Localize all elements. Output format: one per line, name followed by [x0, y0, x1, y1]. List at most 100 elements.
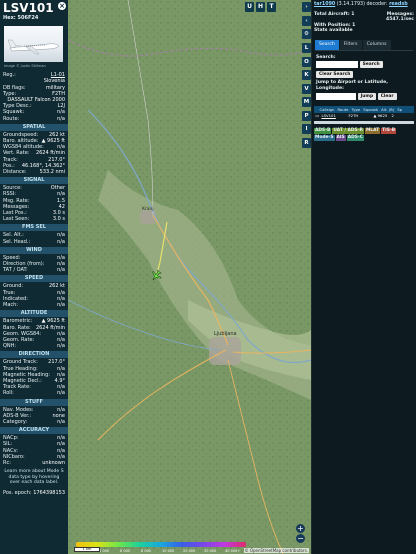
- altitude-scale-label: 20 000: [183, 549, 196, 553]
- tab-search[interactable]: Search: [315, 39, 339, 50]
- map-button-v[interactable]: V: [302, 83, 311, 94]
- expand-left-icon[interactable]: ‹: [302, 16, 311, 26]
- speed-label: Mach:: [3, 302, 18, 309]
- map-button-o[interactable]: O: [302, 56, 311, 67]
- search-button[interactable]: Search: [359, 61, 383, 69]
- speed-row: Mach: n/a: [0, 302, 68, 308]
- jump-button[interactable]: Jump: [357, 92, 377, 100]
- reg-label: Reg.:: [3, 72, 16, 79]
- altitude-value: n/a: [57, 343, 65, 350]
- wind-row: TAT / OAT: n/a: [0, 267, 68, 273]
- aircraft-ident: LSV101 Hex: 506F24 ×: [0, 0, 68, 24]
- route-label: Route:: [3, 115, 20, 122]
- col-speed[interactable]: Sp: [396, 106, 404, 113]
- section-header-accuracy[interactable]: ACCURACY: [0, 427, 68, 435]
- collapse-right-icon[interactable]: ›: [302, 2, 311, 12]
- row-route: [338, 113, 347, 119]
- speed-value: n/a: [57, 302, 65, 309]
- stats-block: Total Aircraft: 1 Messages: 4547.1/sec W…: [312, 8, 416, 34]
- map-button-r[interactable]: R: [302, 137, 311, 148]
- row-squawk: [362, 113, 372, 119]
- accuracy-value: unknown: [42, 459, 65, 466]
- close-icon[interactable]: ×: [58, 2, 66, 10]
- tar1090-link[interactable]: tar1090: [314, 2, 335, 7]
- stuff-row: Category: n/a: [0, 419, 68, 425]
- direction-value: n/a: [57, 390, 65, 397]
- photo-credit: Image © Justin Stillman: [4, 64, 46, 68]
- place-label-ljubljana: Ljubljana: [214, 331, 237, 337]
- table-row[interactable]: ▭ LSV101 F2TH ▲ 9625 2: [314, 113, 414, 120]
- pos-epoch-value: 1764398153: [33, 489, 65, 496]
- jump-input[interactable]: [316, 92, 356, 100]
- search-section: Search: Search Clear Search Jump to Airp…: [312, 51, 416, 101]
- aircraft-photo[interactable]: [4, 26, 63, 62]
- section-header-wind[interactable]: WIND: [0, 246, 68, 254]
- col-route[interactable]: Route: [336, 106, 350, 113]
- row-callsign[interactable]: LSV101: [320, 113, 338, 119]
- section-header-spatial[interactable]: SPATIAL: [0, 123, 68, 131]
- map-view[interactable]: Kranj Ljubljana U H T + − 2 0004 0006 00…: [68, 0, 311, 554]
- altitude-scale-label: 30 000: [204, 549, 217, 553]
- tab-columns[interactable]: Columns: [362, 39, 391, 50]
- direction-row: Roll: n/a: [0, 390, 68, 396]
- aircraft-info-panel: LSV101 Hex: 506F24 × Image © Justin Stil…: [0, 0, 68, 554]
- aircraft-list-panel: tar1090 (3.14.1793) decoder: readsb Tota…: [312, 0, 416, 554]
- clear-search-button[interactable]: Clear Search: [316, 70, 354, 78]
- col-callsign[interactable]: Callsign: [318, 106, 336, 113]
- hex-code: Hex: 506F24: [3, 15, 39, 21]
- table-header: Callsign Route Type Squawk Alt. (ft) Sp: [314, 106, 414, 114]
- map-button-m[interactable]: M: [302, 97, 311, 107]
- map-canvas[interactable]: Kranj Ljubljana: [68, 0, 311, 554]
- altitude-color-scale: [76, 542, 246, 547]
- map-button-u[interactable]: U: [245, 2, 254, 12]
- spatial-label: Distance:: [3, 169, 27, 176]
- accuracy-label: Rc:: [3, 459, 11, 466]
- stats-available[interactable]: Stats available: [314, 28, 414, 34]
- tab-filters[interactable]: Filters: [339, 39, 362, 50]
- col-squawk[interactable]: Squawk: [362, 106, 380, 113]
- clear-button[interactable]: Clear: [377, 92, 397, 100]
- map-button-p[interactable]: P: [302, 110, 311, 121]
- spatial-value: 533.2 nmi: [39, 169, 65, 176]
- spatial-row: Distance: 533.2 nmi: [0, 169, 68, 175]
- altitude-row: QNH: n/a: [0, 343, 68, 349]
- section-header-signal[interactable]: SIGNAL: [0, 177, 68, 185]
- source-tag: AIS: [335, 135, 346, 142]
- map-button-l[interactable]: L: [302, 43, 311, 53]
- wind-value: n/a: [57, 267, 65, 274]
- section-header-direction[interactable]: DIRECTION: [0, 351, 68, 359]
- map-button-t[interactable]: T: [267, 2, 276, 12]
- col-altitude[interactable]: Alt. (ft): [380, 106, 396, 113]
- map-attribution[interactable]: © OpenStreetMap contributors.: [243, 548, 309, 553]
- source-legend: ADS-B UAT / ADS-R MLAT TIS-B Mode-S AIS ADS-C: [312, 124, 416, 142]
- pos-epoch-row: Pos. epoch: 1764398153: [0, 490, 68, 496]
- altitude-scale-label: 6 000: [120, 549, 131, 553]
- map-button-h[interactable]: H: [256, 2, 265, 12]
- section-header-speed[interactable]: SPEED: [0, 275, 68, 283]
- decoder-status-link[interactable]: readsb: [389, 2, 408, 7]
- search-label: Search:: [316, 54, 336, 60]
- section-header-altitude[interactable]: ALTITUDE: [0, 310, 68, 318]
- learn-more-text: Learn more about Mode S data type by hov…: [4, 469, 64, 486]
- accuracy-row: Rc: unknown: [0, 460, 68, 466]
- search-input[interactable]: [316, 61, 358, 69]
- stuff-value: n/a: [57, 418, 65, 425]
- decoder-header: tar1090 (3.14.1793) decoder: readsb: [312, 0, 416, 8]
- fmssel-row: Sel. Head.: n/a: [0, 239, 68, 245]
- col-type[interactable]: Type: [350, 106, 362, 113]
- section-header-stuff[interactable]: STUFF: [0, 398, 68, 406]
- settings-gear-icon[interactable]: ⚙: [302, 29, 311, 39]
- route-value: n/a: [57, 115, 65, 122]
- fmssel-label: Sel. Head.:: [3, 238, 31, 245]
- map-button-i[interactable]: I: [302, 124, 311, 134]
- source-tag: TIS-B: [381, 128, 397, 135]
- direction-label: Roll:: [3, 390, 14, 397]
- section-header-fmssel[interactable]: FMS SEL: [0, 224, 68, 232]
- version-text: (3.14.1793) decoder:: [336, 2, 388, 7]
- signal-label: Last Seen:: [3, 216, 30, 223]
- map-button-k[interactable]: K: [302, 70, 311, 80]
- altitude-scale-label: 10 000: [162, 549, 175, 553]
- jump-label: Jump to Airport or Latitude, Longitude:: [316, 80, 388, 91]
- altitude-scale-label: 40 000+: [225, 549, 241, 553]
- row-type: F2TH: [348, 113, 359, 119]
